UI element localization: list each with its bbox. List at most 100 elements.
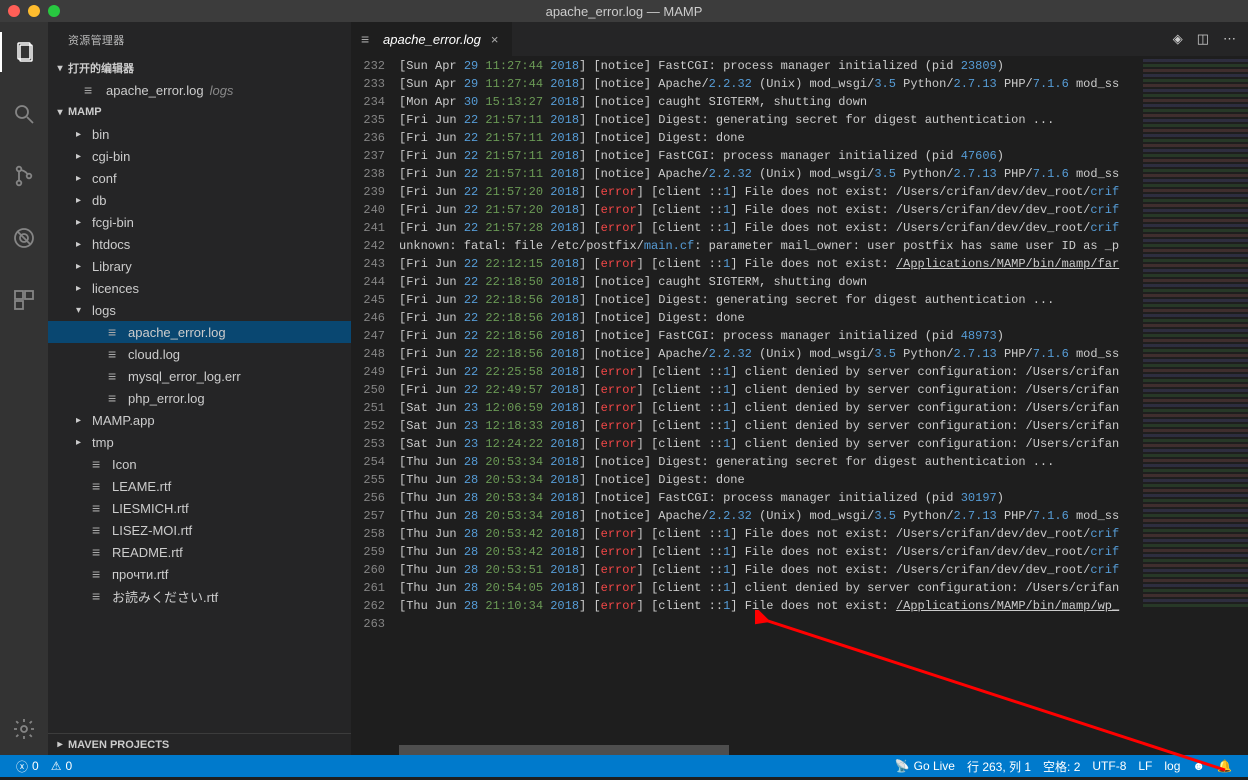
problems-warnings[interactable]: ⚠ 0 <box>45 759 78 773</box>
code-line[interactable]: [Fri Jun 22 22:18:50 2018] [notice] caug… <box>399 273 1248 291</box>
code-line[interactable]: [Sat Jun 23 12:18:33 2018] [error] [clie… <box>399 417 1248 435</box>
sidebar-title: 资源管理器 <box>48 22 351 57</box>
code-line[interactable]: [Fri Jun 22 22:18:56 2018] [notice] Dige… <box>399 309 1248 327</box>
code-content[interactable]: [Sun Apr 29 11:27:44 2018] [notice] Fast… <box>399 57 1248 755</box>
code-line[interactable]: [Fri Jun 22 22:49:57 2018] [error] [clie… <box>399 381 1248 399</box>
code-line[interactable]: [Fri Jun 22 21:57:20 2018] [error] [clie… <box>399 183 1248 201</box>
tree-file[interactable]: ≡LEAME.rtf <box>48 475 351 497</box>
more-actions-icon[interactable]: ⋯ <box>1223 31 1236 47</box>
tree-file[interactable]: ≡お読みください.rtf <box>48 585 351 607</box>
tree-file[interactable]: ≡README.rtf <box>48 541 351 563</box>
code-line[interactable]: [Thu Jun 28 21:10:34 2018] [error] [clie… <box>399 597 1248 615</box>
line-number: 243 <box>351 255 385 273</box>
chevron-icon: ▸ <box>76 173 88 184</box>
tree-folder[interactable]: ▸MAMP.app <box>48 409 351 431</box>
tree-file[interactable]: ≡LISEZ-MOI.rtf <box>48 519 351 541</box>
line-number: 246 <box>351 309 385 327</box>
debug-icon[interactable] <box>0 218 48 258</box>
code-line[interactable]: [Fri Jun 22 22:18:56 2018] [notice] Apac… <box>399 345 1248 363</box>
code-line[interactable]: [Fri Jun 22 22:18:56 2018] [notice] Dige… <box>399 291 1248 309</box>
code-line[interactable]: [Sat Jun 23 12:24:22 2018] [error] [clie… <box>399 435 1248 453</box>
activity-bar <box>0 22 48 755</box>
compare-changes-icon[interactable]: ◈ <box>1173 31 1183 47</box>
tree-folder[interactable]: ▸htdocs <box>48 233 351 255</box>
file-icon: ≡ <box>108 346 124 362</box>
scrollbar-thumb[interactable] <box>399 745 729 755</box>
tree-folder[interactable]: ▾logs <box>48 299 351 321</box>
notifications-bell-icon[interactable]: 🔔 <box>1211 759 1238 773</box>
horizontal-scrollbar[interactable] <box>399 745 1099 755</box>
code-line[interactable]: [Thu Jun 28 20:53:42 2018] [error] [clie… <box>399 525 1248 543</box>
code-line[interactable]: [Thu Jun 28 20:53:34 2018] [notice] Fast… <box>399 489 1248 507</box>
tree-file[interactable]: ≡cloud.log <box>48 343 351 365</box>
tree-folder[interactable]: ▸tmp <box>48 431 351 453</box>
extensions-icon[interactable] <box>0 280 48 320</box>
tab-active[interactable]: ≡ apache_error.log × <box>351 22 512 56</box>
tree-folder[interactable]: ▸fcgi-bin <box>48 211 351 233</box>
tree-folder[interactable]: ▸conf <box>48 167 351 189</box>
chevron-icon: ▸ <box>76 261 88 272</box>
tree-file[interactable]: ≡mysql_error_log.err <box>48 365 351 387</box>
open-editors-header[interactable]: ▾ 打开的编辑器 <box>48 57 351 79</box>
code-line[interactable]: [Fri Jun 22 21:57:11 2018] [notice] Apac… <box>399 165 1248 183</box>
line-number: 238 <box>351 165 385 183</box>
code-line[interactable]: [Sun Apr 29 11:27:44 2018] [notice] Fast… <box>399 57 1248 75</box>
code-line[interactable]: [Fri Jun 22 21:57:20 2018] [error] [clie… <box>399 201 1248 219</box>
settings-gear-icon[interactable] <box>0 709 48 749</box>
indentation[interactable]: 空格: 2 <box>1037 758 1086 775</box>
tree-folder[interactable]: ▸db <box>48 189 351 211</box>
line-number: 239 <box>351 183 385 201</box>
problems-errors[interactable]: ⓧ 0 <box>10 758 45 775</box>
code-line[interactable]: [Fri Jun 22 21:57:11 2018] [notice] Dige… <box>399 129 1248 147</box>
line-number: 253 <box>351 435 385 453</box>
code-line[interactable]: unknown: fatal: file /etc/postfix/main.c… <box>399 237 1248 255</box>
code-line[interactable]: [Thu Jun 28 20:53:42 2018] [error] [clie… <box>399 543 1248 561</box>
open-editor-item[interactable]: ≡apache_error.log logs <box>48 79 351 101</box>
tree-item-label: db <box>92 193 106 208</box>
code-line[interactable] <box>399 615 1248 633</box>
code-line[interactable]: [Fri Jun 22 22:18:56 2018] [notice] Fast… <box>399 327 1248 345</box>
code-line[interactable]: [Fri Jun 22 22:12:15 2018] [error] [clie… <box>399 255 1248 273</box>
file-icon: ≡ <box>92 544 108 560</box>
tree-file[interactable]: ≡LIESMICH.rtf <box>48 497 351 519</box>
tree-file[interactable]: ≡прочти.rtf <box>48 563 351 585</box>
encoding[interactable]: UTF-8 <box>1086 759 1132 773</box>
eol[interactable]: LF <box>1132 759 1158 773</box>
code-line[interactable]: [Fri Jun 22 21:57:11 2018] [notice] Fast… <box>399 147 1248 165</box>
go-live-button[interactable]: 📡 Go Live <box>889 759 961 773</box>
code-line[interactable]: [Thu Jun 28 20:54:05 2018] [error] [clie… <box>399 579 1248 597</box>
maven-projects-header[interactable]: ▸ MAVEN PROJECTS <box>48 733 351 755</box>
tree-file[interactable]: ≡Icon <box>48 453 351 475</box>
source-control-icon[interactable] <box>0 156 48 196</box>
tree-file[interactable]: ≡php_error.log <box>48 387 351 409</box>
code-line[interactable]: [Mon Apr 30 15:13:27 2018] [notice] caug… <box>399 93 1248 111</box>
folder-root-header[interactable]: ▾ MAMP <box>48 101 351 123</box>
code-line[interactable]: [Thu Jun 28 20:53:34 2018] [notice] Dige… <box>399 471 1248 489</box>
split-editor-icon[interactable]: ◫ <box>1197 31 1209 47</box>
cursor-position[interactable]: 行 263, 列 1 <box>961 758 1037 775</box>
code-line[interactable]: [Sat Jun 23 12:06:59 2018] [error] [clie… <box>399 399 1248 417</box>
file-icon: ≡ <box>92 478 108 494</box>
code-line[interactable]: [Fri Jun 22 21:57:11 2018] [notice] Dige… <box>399 111 1248 129</box>
code-line[interactable]: [Thu Jun 28 20:53:34 2018] [notice] Apac… <box>399 507 1248 525</box>
tree-folder[interactable]: ▸cgi-bin <box>48 145 351 167</box>
tree-file[interactable]: ≡apache_error.log <box>48 321 351 343</box>
code-line[interactable]: [Thu Jun 28 20:53:34 2018] [notice] Dige… <box>399 453 1248 471</box>
tree-folder[interactable]: ▸licences <box>48 277 351 299</box>
code-line[interactable]: [Thu Jun 28 20:53:51 2018] [error] [clie… <box>399 561 1248 579</box>
search-icon[interactable] <box>0 94 48 134</box>
feedback-smiley-icon[interactable]: ☻ <box>1186 759 1211 773</box>
file-icon: ≡ <box>92 522 108 538</box>
code-line[interactable]: [Fri Jun 22 22:25:58 2018] [error] [clie… <box>399 363 1248 381</box>
minimap[interactable] <box>1143 57 1248 607</box>
tree-folder[interactable]: ▸bin <box>48 123 351 145</box>
titlebar: apache_error.log — MAMP <box>0 0 1248 22</box>
code-editor[interactable]: 2322332342352362372382392402412422432442… <box>351 57 1248 755</box>
language-mode[interactable]: log <box>1158 759 1186 773</box>
code-line[interactable]: [Fri Jun 22 21:57:28 2018] [error] [clie… <box>399 219 1248 237</box>
explorer-icon[interactable] <box>0 32 48 72</box>
code-line[interactable]: [Sun Apr 29 11:27:44 2018] [notice] Apac… <box>399 75 1248 93</box>
close-tab-icon[interactable]: × <box>487 32 503 47</box>
tree-folder[interactable]: ▸Library <box>48 255 351 277</box>
line-number: 234 <box>351 93 385 111</box>
